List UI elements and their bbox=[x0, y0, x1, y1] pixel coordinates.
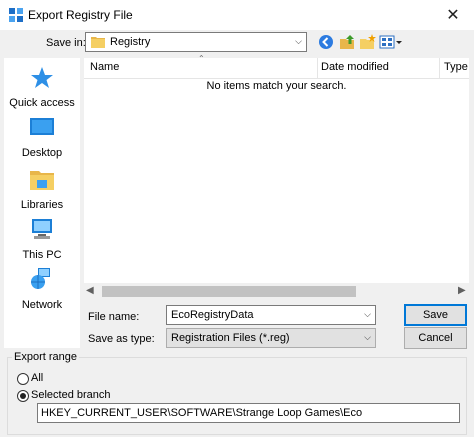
window-title: Export Registry File bbox=[28, 8, 133, 22]
horizontal-scrollbar[interactable]: ◀ ▶ bbox=[84, 283, 469, 300]
save-as-type-label: Save as type: bbox=[88, 333, 155, 345]
close-icon: ✕ bbox=[446, 7, 460, 24]
column-header-type[interactable]: Type bbox=[444, 61, 468, 73]
chevron-down-icon: ⌵ bbox=[364, 332, 371, 342]
folder-icon bbox=[91, 36, 105, 48]
save-in-dropdown[interactable]: Registry ⌵ bbox=[85, 32, 307, 52]
column-header-row: Name ⌃ Date modified Type bbox=[84, 54, 469, 79]
close-button[interactable]: ✕ bbox=[432, 0, 474, 30]
place-desktop[interactable]: Desktop bbox=[4, 116, 80, 159]
place-quick-access[interactable]: Quick access bbox=[4, 66, 80, 109]
places-bar: Quick access Desktop Libraries This PC N… bbox=[4, 58, 80, 348]
up-folder-icon[interactable] bbox=[339, 34, 357, 50]
back-icon[interactable] bbox=[318, 34, 336, 50]
selected-branch-value: HKEY_CURRENT_USER\SOFTWARE\Strange Loop … bbox=[41, 407, 363, 419]
place-this-pc[interactable]: This PC bbox=[4, 216, 80, 261]
scroll-right-icon[interactable]: ▶ bbox=[458, 285, 466, 296]
new-folder-icon[interactable] bbox=[359, 34, 377, 50]
all-radio[interactable] bbox=[17, 373, 29, 385]
export-range-legend: Export range bbox=[12, 351, 79, 363]
column-divider[interactable] bbox=[439, 58, 440, 78]
registry-editor-icon bbox=[8, 7, 24, 23]
sort-up-icon: ⌃ bbox=[198, 54, 205, 63]
save-button[interactable]: Save bbox=[404, 304, 467, 326]
desktop-icon bbox=[4, 116, 80, 143]
column-divider[interactable] bbox=[317, 58, 318, 78]
empty-message: No items match your search. bbox=[206, 80, 347, 92]
file-name-label: File name: bbox=[88, 311, 140, 323]
save-as-type-value: Registration Files (*.reg) bbox=[171, 332, 290, 344]
cancel-button[interactable]: Cancel bbox=[404, 327, 467, 349]
scroll-left-icon[interactable]: ◀ bbox=[86, 285, 94, 296]
chevron-down-icon[interactable]: ⌵ bbox=[364, 309, 371, 320]
star-icon bbox=[4, 66, 80, 93]
network-icon bbox=[4, 266, 80, 295]
all-radio-label[interactable]: All bbox=[31, 372, 43, 384]
save-in-label: Save in: bbox=[46, 37, 86, 49]
place-libraries[interactable]: Libraries bbox=[4, 166, 80, 211]
save-as-type-dropdown[interactable]: Registration Files (*.reg) ⌵ bbox=[166, 328, 376, 348]
scrollbar-thumb[interactable] bbox=[102, 286, 356, 297]
view-menu-icon[interactable] bbox=[379, 34, 403, 50]
selected-branch-label[interactable]: Selected branch bbox=[31, 389, 111, 401]
chevron-down-icon: ⌵ bbox=[295, 36, 302, 46]
column-header-name[interactable]: Name bbox=[90, 61, 119, 73]
selected-branch-radio[interactable] bbox=[17, 390, 29, 402]
file-list[interactable]: Name ⌃ Date modified Type No items match… bbox=[84, 54, 469, 300]
libraries-icon bbox=[4, 166, 80, 195]
selected-branch-input[interactable]: HKEY_CURRENT_USER\SOFTWARE\Strange Loop … bbox=[37, 403, 460, 423]
computer-icon bbox=[4, 216, 80, 245]
place-network[interactable]: Network bbox=[4, 266, 80, 311]
file-name-value: EcoRegistryData bbox=[171, 309, 254, 321]
file-name-input[interactable]: EcoRegistryData ⌵ bbox=[166, 305, 376, 325]
save-in-value: Registry bbox=[110, 36, 151, 48]
column-header-date-modified[interactable]: Date modified bbox=[321, 61, 389, 73]
title-bar: Export Registry File ✕ bbox=[0, 0, 474, 30]
